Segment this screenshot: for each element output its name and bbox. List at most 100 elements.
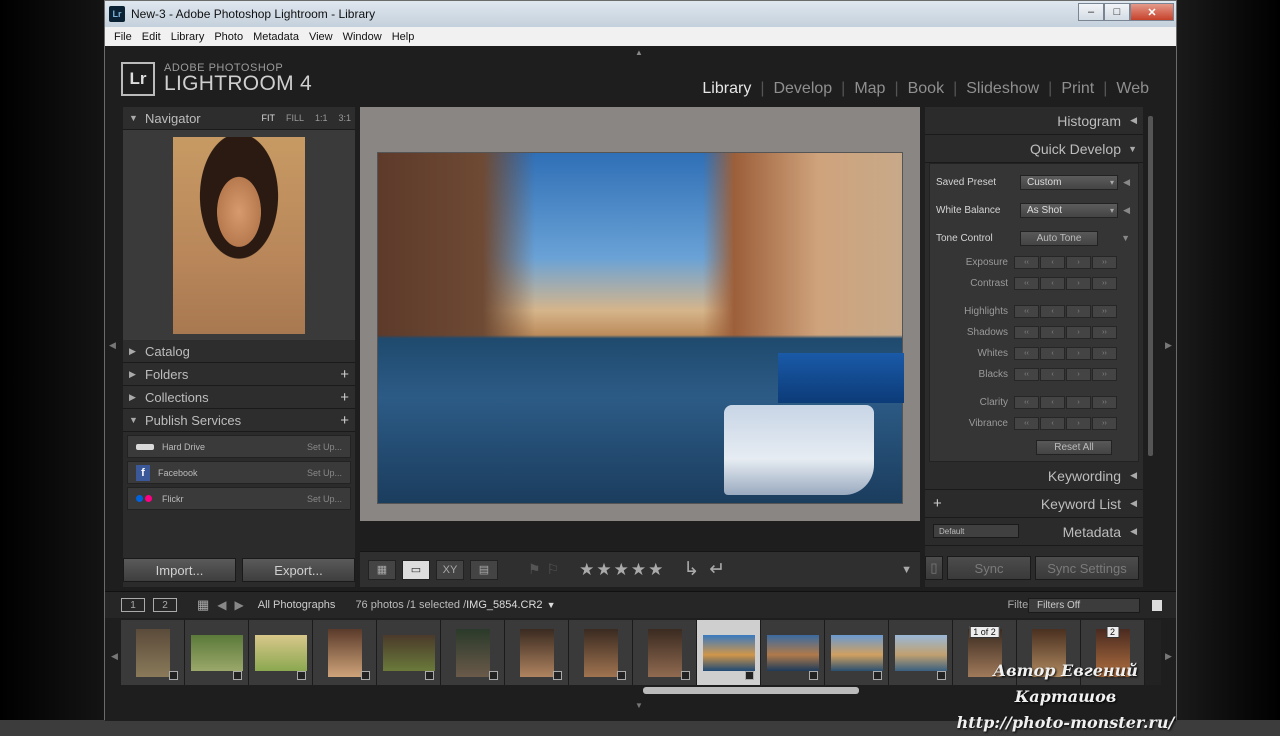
contrast-steppers[interactable]: ‹‹ ‹ › ›› <box>1014 277 1117 290</box>
add-folder-icon[interactable]: + <box>340 366 349 383</box>
zoom-fill[interactable]: FILL <box>286 113 304 123</box>
back-arrow-icon[interactable]: ◀ <box>217 598 226 612</box>
main-screen-button[interactable]: 1 <box>121 598 145 612</box>
filmstrip-thumbnail[interactable] <box>185 620 249 685</box>
menu-edit[interactable]: Edit <box>137 31 166 43</box>
publish-services-header[interactable]: ▼ Publish Services + <box>123 409 355 432</box>
setup-link[interactable]: Set Up... <box>307 494 342 504</box>
close-button[interactable]: ✕ <box>1130 3 1174 21</box>
expand-triangle-icon[interactable]: ◀ <box>1123 177 1130 188</box>
loupe-view[interactable] <box>360 107 920 521</box>
import-button[interactable]: Import... <box>123 558 236 582</box>
toolbar-dropdown-icon[interactable]: ▼ <box>901 564 912 576</box>
shadows-steppers[interactable]: ‹‹ ‹ › ›› <box>1014 326 1117 339</box>
highlights-steppers[interactable]: ‹‹ ‹ › ›› <box>1014 305 1117 318</box>
left-panel-toggle-icon[interactable]: ◀ <box>109 340 116 351</box>
forward-arrow-icon[interactable]: ▶ <box>235 598 244 612</box>
zoom-fit[interactable]: FIT <box>261 113 275 123</box>
filmstrip-thumbnail[interactable] <box>313 620 377 685</box>
add-collection-icon[interactable]: + <box>340 389 349 406</box>
export-button[interactable]: Export... <box>242 558 355 582</box>
filmstrip-thumbnail[interactable] <box>569 620 633 685</box>
collections-header[interactable]: ▶ Collections + <box>123 386 355 409</box>
survey-view-icon[interactable]: ▤ <box>470 559 498 580</box>
top-panel-toggle-icon[interactable]: ▲ <box>635 48 643 57</box>
navigator-header[interactable]: ▼ Navigator FIT FILL 1:1 3:1 <box>123 107 355 130</box>
exposure-steppers[interactable]: ‹‹ ‹ › ›› <box>1014 256 1117 269</box>
loupe-view-icon[interactable]: ▭ <box>402 559 430 580</box>
reset-all-button[interactable]: Reset All <box>1036 440 1112 455</box>
menu-window[interactable]: Window <box>338 31 387 43</box>
catalog-header[interactable]: ▶ Catalog <box>123 340 355 363</box>
grid-view-icon[interactable]: ▦ <box>368 559 396 580</box>
auto-sync-switch-icon[interactable]: ▯ <box>925 556 943 580</box>
compare-view-icon[interactable]: XY <box>436 559 464 580</box>
module-map[interactable]: Map <box>845 80 894 98</box>
star-rating[interactable]: ★★★★★ <box>579 560 665 580</box>
filmstrip-scrollbar[interactable] <box>643 687 859 694</box>
second-screen-button[interactable]: 2 <box>153 598 177 612</box>
metadata-header[interactable]: Default Metadata ◀ <box>925 518 1143 546</box>
selected-filename[interactable]: IMG_5854.CR2 <box>466 599 542 611</box>
quick-develop-header[interactable]: Quick Develop ▼ <box>925 135 1143 163</box>
publish-hard-drive[interactable]: Hard Drive Set Up... <box>127 435 351 458</box>
module-book[interactable]: Book <box>899 80 953 98</box>
filmstrip-thumbnail[interactable] <box>377 620 441 685</box>
stack-badge[interactable]: 2 <box>1105 626 1120 638</box>
filmstrip-thumbnail[interactable] <box>249 620 313 685</box>
source-label[interactable]: All Photographs <box>258 599 336 611</box>
sync-button[interactable]: Sync <box>947 556 1031 580</box>
filmstrip-thumbnail[interactable] <box>889 620 953 685</box>
module-develop[interactable]: Develop <box>764 80 841 98</box>
module-web[interactable]: Web <box>1107 80 1158 98</box>
vibrance-steppers[interactable]: ‹‹ ‹ › ›› <box>1014 417 1117 430</box>
minimize-button[interactable]: – <box>1078 3 1104 21</box>
menu-photo[interactable]: Photo <box>209 31 248 43</box>
zoom-3-1[interactable]: 3:1 <box>338 113 351 123</box>
white-balance-select[interactable]: As Shot <box>1020 202 1118 218</box>
whites-steppers[interactable]: ‹‹ ‹ › ›› <box>1014 347 1117 360</box>
rotate-right-icon[interactable]: ↵ <box>709 558 725 581</box>
clarity-steppers[interactable]: ‹‹ ‹ › ›› <box>1014 396 1117 409</box>
navigator-preview[interactable] <box>123 130 355 340</box>
setup-link[interactable]: Set Up... <box>307 442 342 452</box>
keyword-list-header[interactable]: + Keyword List ◀ <box>925 490 1143 518</box>
folders-header[interactable]: ▶ Folders + <box>123 363 355 386</box>
right-panel-scrollbar[interactable] <box>1148 116 1153 456</box>
filmstrip-thumbnail[interactable] <box>121 620 185 685</box>
module-library[interactable]: Library <box>693 80 760 98</box>
histogram-header[interactable]: Histogram ◀ <box>925 107 1143 135</box>
metadata-preset-select[interactable]: Default <box>933 524 1019 538</box>
right-panel-toggle-icon[interactable]: ▶ <box>1165 340 1172 351</box>
stack-badge[interactable]: 1 of 2 <box>969 626 1000 638</box>
add-keyword-icon[interactable]: + <box>933 495 942 512</box>
bottom-panel-toggle-icon[interactable]: ▼ <box>635 701 643 710</box>
menu-file[interactable]: File <box>109 31 137 43</box>
menu-library[interactable]: Library <box>166 31 210 43</box>
filter-lock-icon[interactable] <box>1152 599 1162 611</box>
zoom-1-1[interactable]: 1:1 <box>315 113 328 123</box>
filmstrip-thumbnail[interactable] <box>441 620 505 685</box>
rotate-left-icon[interactable]: ↳ <box>683 558 699 581</box>
saved-preset-select[interactable]: Custom <box>1020 174 1118 190</box>
filter-select[interactable]: Filters Off <box>1028 597 1140 613</box>
auto-tone-button[interactable]: Auto Tone <box>1020 230 1098 246</box>
filename-dropdown-icon[interactable]: ▼ <box>547 600 556 610</box>
filmstrip-thumbnail[interactable] <box>761 620 825 685</box>
filmstrip-left-arrow-icon[interactable]: ◀ <box>111 651 118 662</box>
grid-view-icon[interactable]: ▦ <box>197 597 209 613</box>
blacks-steppers[interactable]: ‹‹ ‹ › ›› <box>1014 368 1117 381</box>
filmstrip-thumbnail[interactable] <box>633 620 697 685</box>
module-print[interactable]: Print <box>1052 80 1103 98</box>
sync-settings-button[interactable]: Sync Settings <box>1035 556 1139 580</box>
add-publish-service-icon[interactable]: + <box>340 412 349 429</box>
expand-triangle-icon[interactable]: ◀ <box>1123 205 1130 216</box>
filmstrip-thumbnail[interactable] <box>825 620 889 685</box>
menu-view[interactable]: View <box>304 31 338 43</box>
collapse-triangle-icon[interactable]: ▼ <box>1121 233 1130 243</box>
maximize-button[interactable]: □ <box>1104 3 1130 21</box>
filmstrip-thumbnail[interactable] <box>505 620 569 685</box>
flag-icons[interactable]: ⚑ ⚐ <box>528 561 559 578</box>
filmstrip-thumbnail-selected[interactable] <box>697 620 761 685</box>
publish-flickr[interactable]: Flickr Set Up... <box>127 487 351 510</box>
